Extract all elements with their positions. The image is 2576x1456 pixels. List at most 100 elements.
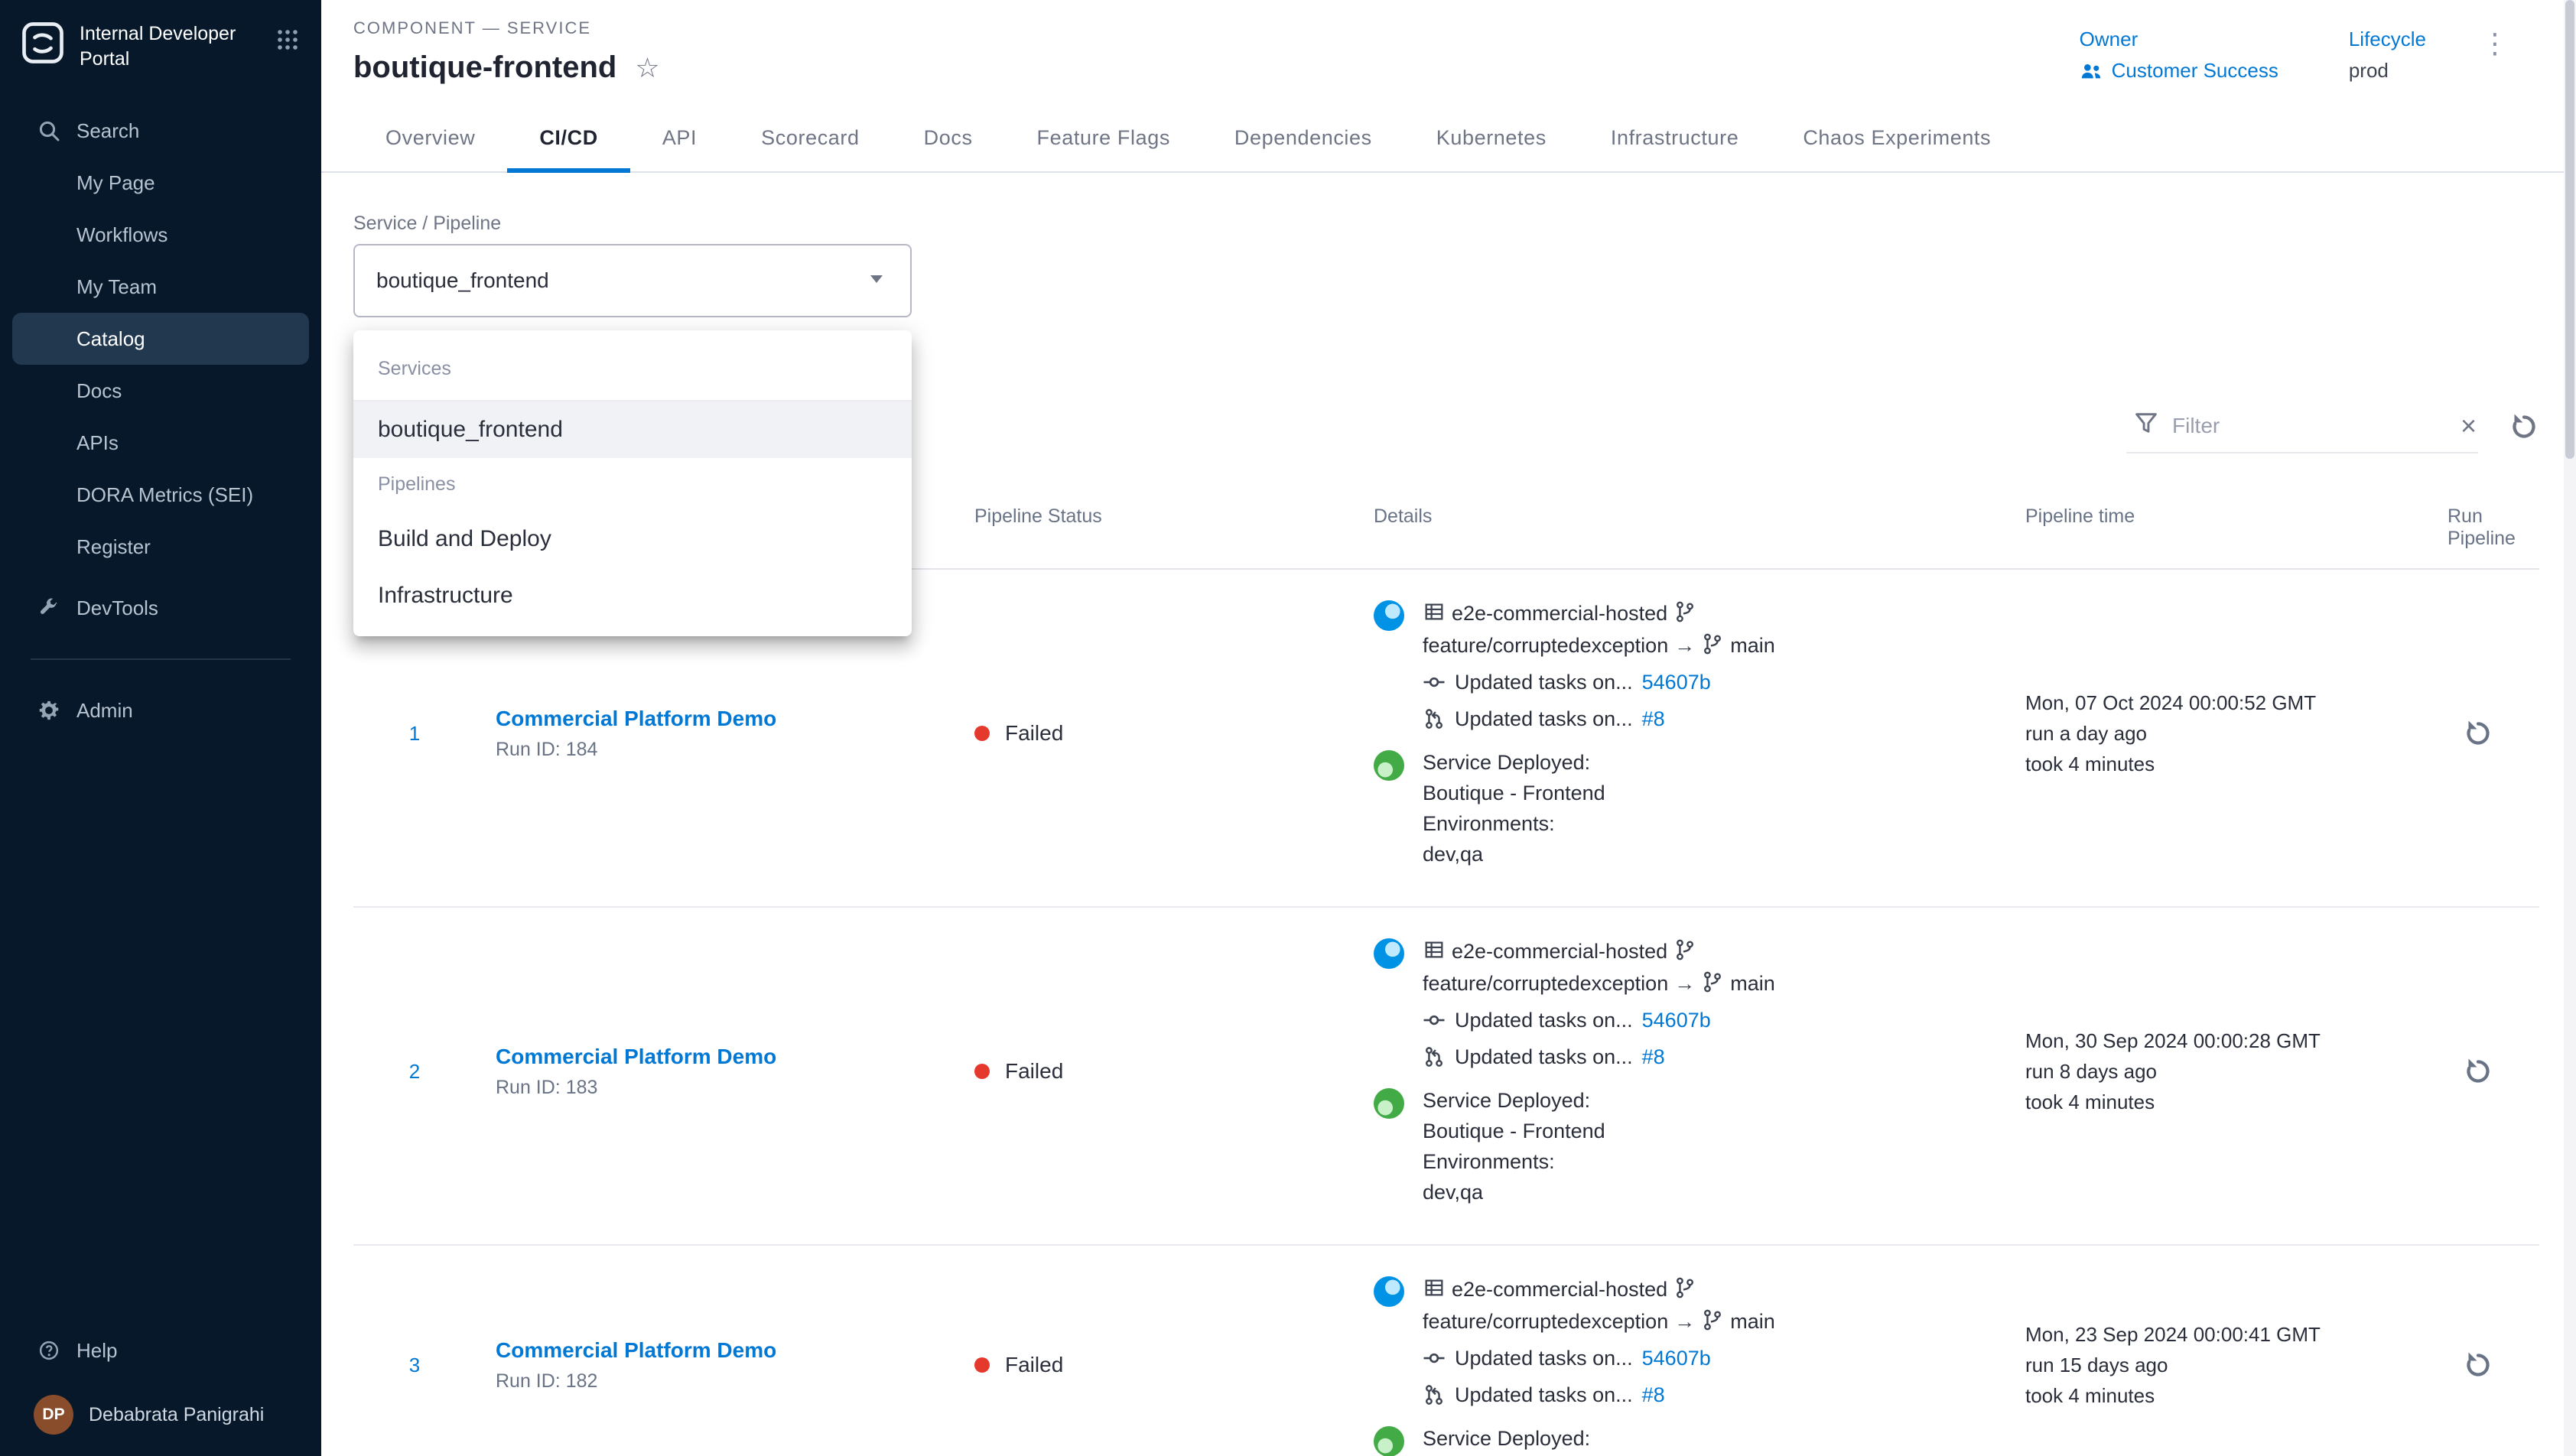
rerun-pipeline-button[interactable] <box>2463 718 2493 749</box>
tab-cicd[interactable]: CI/CD <box>507 106 630 171</box>
rerun-pipeline-button[interactable] <box>2463 1350 2493 1380</box>
time-absolute: Mon, 07 Oct 2024 00:00:52 GMT <box>2025 687 2417 718</box>
dropdown-option-infrastructure[interactable]: Infrastructure <box>353 567 912 624</box>
sidebar-item-my-page[interactable]: My Page <box>12 157 309 209</box>
arrow-right-icon: → <box>1674 972 1695 995</box>
pipeline-name-cell: Commercial Platform Demo Run ID: 182 <box>476 1338 935 1393</box>
search-icon <box>37 119 61 143</box>
commit-icon <box>1423 671 1446 694</box>
git-branch-icon <box>1673 1276 1696 1299</box>
kebab-menu-icon[interactable]: ⋮ <box>2475 28 2515 60</box>
pr-message: Updated tasks on... <box>1455 1379 1633 1411</box>
pipeline-run-row: 2 Commercial Platform Demo Run ID: 183 F… <box>353 908 2539 1246</box>
avatar: DP <box>34 1395 73 1435</box>
pipeline-time-cell: Mon, 07 Oct 2024 00:00:52 GMT run a day … <box>1989 687 2417 779</box>
th-pipeline-time: Pipeline time <box>1989 505 2417 550</box>
sidebar-item-catalog[interactable]: Catalog <box>12 313 309 365</box>
run-id: Run ID: 183 <box>496 1077 935 1099</box>
time-relative: run 8 days ago <box>2025 1056 2417 1087</box>
commit-link[interactable]: 54607b <box>1642 1342 1711 1374</box>
pipeline-name-link[interactable]: Commercial Platform Demo <box>496 1338 935 1363</box>
scrollbar-thumb[interactable] <box>2565 0 2574 459</box>
run-index: 1 <box>353 722 476 746</box>
th-pipeline-status: Pipeline Status <box>935 505 1355 550</box>
repo-name: e2e-commercial-hosted <box>1452 940 1667 963</box>
pipeline-name-link[interactable]: Commercial Platform Demo <box>496 707 935 731</box>
time-duration: took 4 minutes <box>2025 1087 2417 1117</box>
git-branch-icon <box>1701 632 1724 655</box>
pipeline-select[interactable]: boutique_frontend <box>353 244 912 317</box>
sidebar-header: Internal Developer Portal <box>0 0 321 89</box>
target-branch: main <box>1730 972 1775 995</box>
sidebar-item-apis[interactable]: APIs <box>12 417 309 469</box>
commit-link[interactable]: 54607b <box>1642 1004 1711 1036</box>
help-label: Help <box>76 1339 117 1363</box>
failed-status-dot <box>974 1064 990 1079</box>
pipeline-run-row: 3 Commercial Platform Demo Run ID: 182 F… <box>353 1246 2539 1456</box>
tab-feature-flags[interactable]: Feature Flags <box>1005 106 1202 171</box>
sidebar-item-devtools[interactable]: DevTools <box>12 582 309 634</box>
deploy-envs: dev,qa <box>1423 1177 1605 1207</box>
status-label: Failed <box>1005 1353 1063 1377</box>
owner-value: Customer Success <box>2112 59 2278 83</box>
sidebar-item-label: My Team <box>76 275 157 299</box>
tab-scorecard[interactable]: Scorecard <box>729 106 891 171</box>
pr-link[interactable]: #8 <box>1642 1379 1665 1411</box>
sidebar-item-admin[interactable]: Admin <box>12 684 309 736</box>
sidebar-item-workflows[interactable]: Workflows <box>12 209 309 261</box>
repository-icon <box>1423 1276 1446 1299</box>
sidebar-item-docs[interactable]: Docs <box>12 365 309 417</box>
commit-link[interactable]: 54607b <box>1642 666 1711 698</box>
tab-api[interactable]: API <box>630 106 729 171</box>
help-icon <box>37 1338 61 1363</box>
ci-stage-icon <box>1374 1276 1404 1307</box>
repository-icon <box>1423 600 1446 623</box>
deploy-env-label: Environments: <box>1423 1146 1605 1177</box>
dropdown-option-boutique-frontend[interactable]: boutique_frontend <box>353 401 912 458</box>
sidebar-divider <box>31 658 291 660</box>
commit-message: Updated tasks on... <box>1455 666 1633 698</box>
details-cell: e2e-commercial-hostedfeature/corruptedex… <box>1355 935 1989 1207</box>
filter-input[interactable] <box>2172 414 2448 438</box>
refresh-table-button[interactable] <box>2509 411 2539 442</box>
user-menu[interactable]: DP Debabrata Panigrahi <box>12 1376 309 1438</box>
owner-link[interactable]: Customer Success <box>2080 59 2278 83</box>
favorite-star-icon[interactable]: ☆ <box>635 54 659 82</box>
tab-infrastructure[interactable]: Infrastructure <box>1579 106 1771 171</box>
lifecycle-label: Lifecycle <box>2349 28 2426 51</box>
sidebar-item-my-team[interactable]: My Team <box>12 261 309 313</box>
failed-status-dot <box>974 1357 990 1373</box>
apps-grid-icon[interactable] <box>275 21 300 58</box>
sidebar-item-label: My Page <box>76 171 155 195</box>
run-id: Run ID: 182 <box>496 1370 935 1393</box>
sidebar: Internal Developer Portal Search My Page… <box>0 0 321 1456</box>
pipeline-name-link[interactable]: Commercial Platform Demo <box>496 1045 935 1069</box>
dropdown-option-build-and-deploy[interactable]: Build and Deploy <box>353 511 912 567</box>
lifecycle-value: prod <box>2349 59 2426 83</box>
sidebar-item-search[interactable]: Search <box>12 105 309 157</box>
tab-dependencies[interactable]: Dependencies <box>1202 106 1404 171</box>
pr-link[interactable]: #8 <box>1642 703 1665 735</box>
rerun-pipeline-button[interactable] <box>2463 1056 2493 1087</box>
tab-kubernetes[interactable]: Kubernetes <box>1404 106 1579 171</box>
clear-filter-icon[interactable]: × <box>2461 412 2477 440</box>
portal-title: Internal Developer Portal <box>80 21 260 71</box>
sidebar-item-label: Register <box>76 535 151 559</box>
tab-overview[interactable]: Overview <box>353 106 507 171</box>
cd-stage-icon <box>1374 1426 1404 1456</box>
sidebar-item-label: DORA Metrics (SEI) <box>76 483 253 507</box>
pr-link[interactable]: #8 <box>1642 1041 1665 1073</box>
filter-funnel-icon <box>2132 409 2160 443</box>
tab-docs[interactable]: Docs <box>892 106 1005 171</box>
sidebar-item-register[interactable]: Register <box>12 521 309 573</box>
sidebar-item-label: APIs <box>76 431 119 455</box>
tab-chaos-experiments[interactable]: Chaos Experiments <box>1771 106 2023 171</box>
time-relative: run a day ago <box>2025 718 2417 749</box>
sidebar-item-dora-metrics[interactable]: DORA Metrics (SEI) <box>12 469 309 521</box>
commit-icon <box>1423 1347 1446 1370</box>
pipeline-name-cell: Commercial Platform Demo Run ID: 184 <box>476 707 935 761</box>
help-button[interactable]: Help <box>12 1324 309 1376</box>
repo-name: e2e-commercial-hosted <box>1452 1278 1667 1301</box>
user-name: Debabrata Panigrahi <box>89 1404 264 1426</box>
tab-bar: Overview CI/CD API Scorecard Docs Featur… <box>321 106 2576 173</box>
